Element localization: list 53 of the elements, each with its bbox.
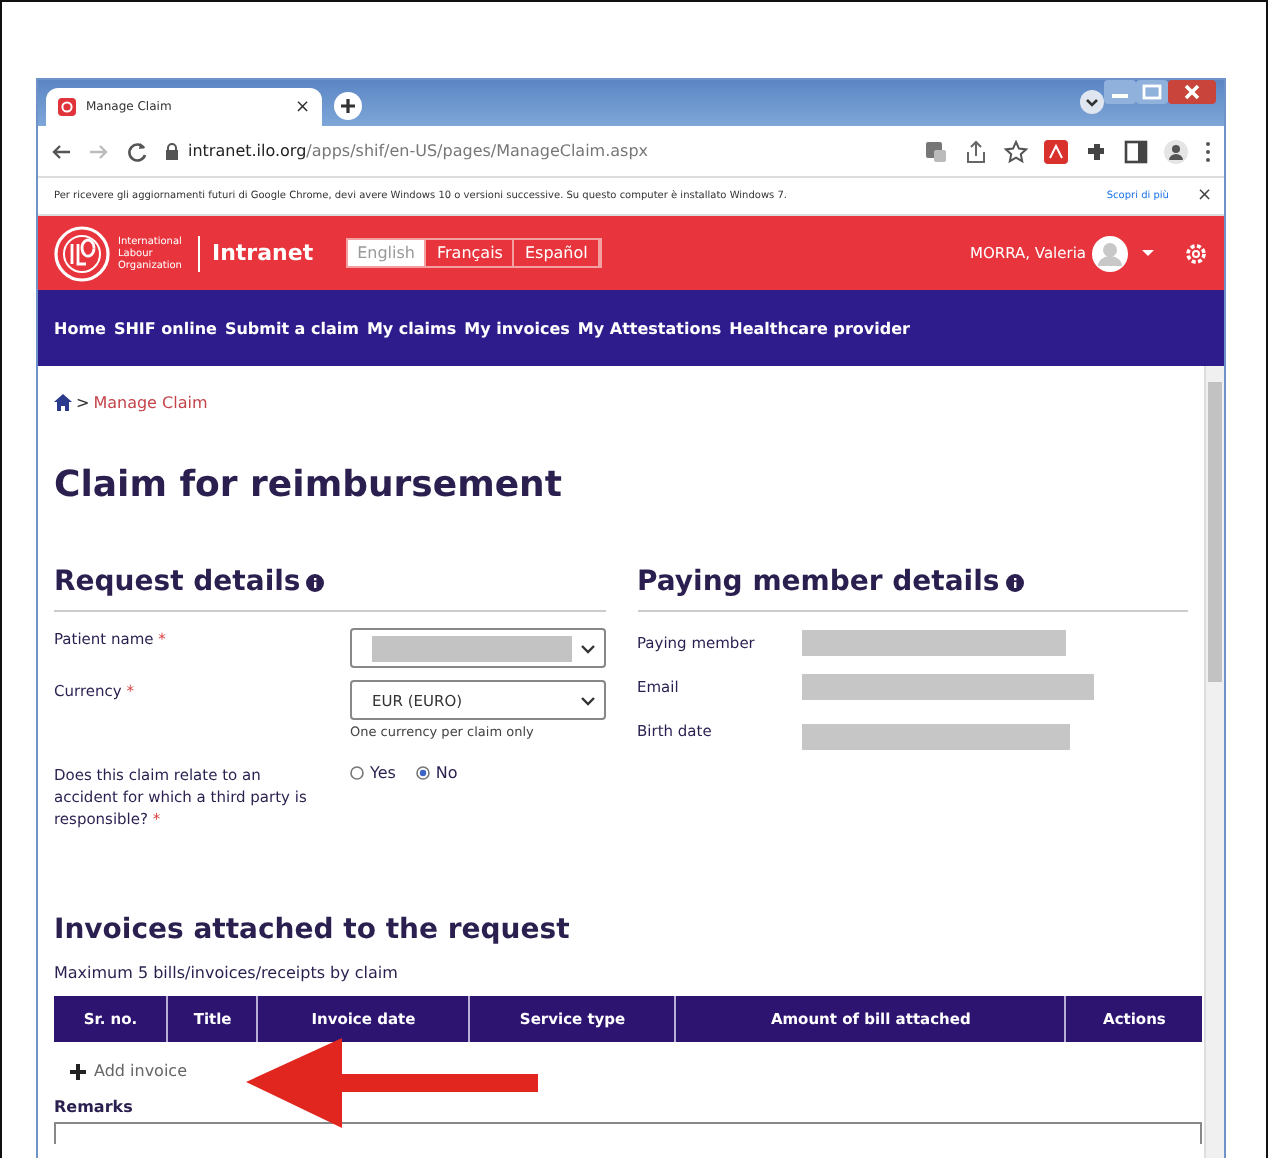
star-icon[interactable] xyxy=(1004,139,1028,163)
infobar-close-button[interactable]: × xyxy=(1196,186,1212,206)
page-title: Claim for reimbursement xyxy=(54,464,564,506)
plus-icon xyxy=(70,1063,86,1079)
section-heading: Paying member details xyxy=(637,566,1000,598)
close-icon[interactable] xyxy=(1168,80,1216,104)
patient-select[interactable] xyxy=(350,628,605,668)
section-heading: Request details xyxy=(54,566,301,598)
settings-icon[interactable] xyxy=(1184,241,1208,265)
favicon-icon xyxy=(58,98,76,116)
nav-link[interactable]: My claims xyxy=(366,319,457,337)
pdf-icon[interactable] xyxy=(1044,139,1068,163)
breadcrumb-link[interactable]: Manage Claim xyxy=(93,394,208,412)
radio-option[interactable]: No xyxy=(415,764,458,782)
side-panel-icon[interactable] xyxy=(1124,139,1148,163)
back-icon[interactable] xyxy=(50,139,72,163)
url-text: intranet.ilo.org/apps/shif/en-US/pages/ManageClaim.aspx xyxy=(188,142,649,160)
section-heading: Invoices attached to the request xyxy=(54,914,572,946)
nav-link[interactable]: SHIF online xyxy=(113,319,217,337)
nav-link[interactable]: Submit a claim xyxy=(224,319,359,337)
field-label: Remarks xyxy=(54,1098,135,1116)
language-tab[interactable]: Español xyxy=(514,240,600,266)
add-invoice-link[interactable]: Add invoice xyxy=(70,1062,187,1080)
site-name: Intranet xyxy=(212,240,314,266)
breadcrumb-separator: > xyxy=(76,394,90,412)
menu-icon[interactable] xyxy=(1204,139,1212,163)
share-icon[interactable] xyxy=(964,139,988,163)
address-bar[interactable]: intranet.ilo.org/apps/shif/en-US/pages/ManageClaim.aspx xyxy=(164,141,908,161)
profile-icon[interactable] xyxy=(1164,139,1188,163)
translate-icon[interactable] xyxy=(924,139,948,163)
reload-icon[interactable] xyxy=(126,139,148,163)
extensions-icon[interactable] xyxy=(1084,139,1108,163)
language-tab[interactable]: Français xyxy=(426,240,515,266)
lock-icon xyxy=(164,141,180,161)
nav-link[interactable]: Home xyxy=(54,319,106,337)
home-icon[interactable] xyxy=(54,394,72,412)
tab-search-icon[interactable] xyxy=(1080,90,1104,114)
info-icon[interactable] xyxy=(1005,573,1024,591)
scrollbar[interactable] xyxy=(1204,366,1224,1158)
chevron-icon xyxy=(579,695,595,705)
invoice-limit-note: Maximum 5 bills/invoices/receipts by claim xyxy=(54,964,400,982)
nav-link[interactable]: My Attestations xyxy=(577,319,722,337)
tab-close-button[interactable]: × xyxy=(294,97,310,117)
remarks-field[interactable] xyxy=(54,1122,1202,1144)
chevron-icon xyxy=(579,643,595,653)
nav-link[interactable]: Healthcare provider xyxy=(729,319,910,337)
emblem-icon xyxy=(54,225,110,281)
new-tab-icon[interactable] xyxy=(334,92,362,120)
nav-link[interactable]: My invoices xyxy=(464,319,570,337)
radio-option[interactable]: Yes xyxy=(350,764,396,782)
caret-icon[interactable] xyxy=(1140,246,1156,260)
avatar-icon xyxy=(1092,235,1128,271)
info-icon[interactable] xyxy=(306,573,325,591)
